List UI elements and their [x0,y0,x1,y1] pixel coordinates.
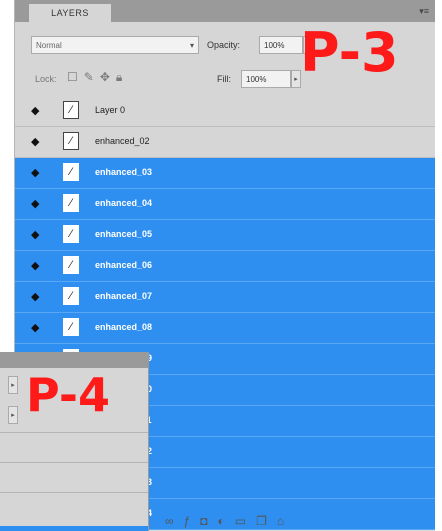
lock-image-icon[interactable]: ✎ [84,70,100,84]
layer-name: enhanced_08 [95,322,153,332]
second-panel-tab-bar [0,352,148,368]
divider [0,432,148,433]
second-opacity-slider-button[interactable]: ▸ [8,376,18,394]
layer-row[interactable]: ◆ ⁄ enhanced_04 [15,189,435,220]
layer-thumbnail[interactable]: ⁄ [63,256,79,274]
panel-footer-icons: ∞ƒ◘◐▭❐⌂ [165,514,435,531]
lock-position-icon[interactable]: ✥ [100,70,116,84]
fill-input[interactable]: 100% [241,70,291,88]
second-fill-slider-button[interactable]: ▸ [8,406,18,424]
folder-icon[interactable]: ▭ [235,514,256,528]
layer-row[interactable]: ◆ ⁄ enhanced_05 [15,220,435,251]
eye-icon[interactable]: ◆ [31,104,45,117]
layer-row[interactable]: ◆ ⁄ enhanced_03 [15,158,435,189]
new-layer-icon[interactable]: ❐ [256,514,277,528]
panel-tab-bar: LAYERS ▾≡ [15,0,435,22]
layer-name: Layer 0 [95,105,126,115]
panel-menu-icon[interactable]: ▾≡ [419,6,429,17]
layer-row[interactable]: ◆ ⁄ enhanced_07 [15,282,435,313]
fill-label: Fill: [217,74,231,84]
annotation-p3: P-3 [300,21,399,84]
chevron-down-icon: ▾ [189,41,194,50]
lock-label: Lock: [35,74,57,84]
eye-icon[interactable]: ◆ [31,290,45,303]
layer-row[interactable]: ◆ ⁄ enhanced_02 [15,127,435,158]
layer-row[interactable]: ◆ ⁄ enhanced_08 [15,313,435,344]
layer-name: enhanced_06 [95,260,153,270]
blend-mode-select[interactable]: Normal ▾ [31,36,199,54]
lock-all-icon[interactable]: 🔒︎ [116,70,128,84]
layer-thumbnail[interactable]: ⁄ [63,132,79,150]
eye-icon[interactable]: ◆ [31,321,45,334]
layer-thumbnail[interactable]: ⁄ [63,163,79,181]
eye-icon[interactable]: ◆ [31,135,45,148]
opacity-input[interactable]: 100% [259,36,303,54]
layer-name: enhanced_07 [95,291,153,301]
layer-thumbnail[interactable]: ⁄ [63,101,79,119]
link-icon[interactable]: ∞ [165,514,184,528]
trash-icon[interactable]: ⌂ [277,514,294,528]
tab-layers[interactable]: LAYERS [29,4,111,22]
blend-mode-value: Normal [36,41,62,50]
eye-icon[interactable]: ◆ [31,228,45,241]
layer-row[interactable]: ◆ ⁄ enhanced_06 [15,251,435,282]
eye-icon[interactable]: ◆ [31,166,45,179]
mask-icon[interactable]: ◘ [200,514,217,528]
second-panel-selected-layer[interactable] [0,526,148,531]
adjustment-icon[interactable]: ◐ [218,514,235,528]
layer-name: enhanced_03 [95,167,153,177]
lock-transparent-icon[interactable]: ☐ [67,70,84,84]
eye-icon[interactable]: ◆ [31,259,45,272]
divider [0,462,148,463]
layer-thumbnail[interactable]: ⁄ [63,194,79,212]
layer-thumbnail[interactable]: ⁄ [63,225,79,243]
divider [0,492,148,493]
layer-thumbnail[interactable]: ⁄ [63,318,79,336]
layer-name: enhanced_05 [95,229,153,239]
eye-icon[interactable]: ◆ [31,197,45,210]
layer-name: enhanced_04 [95,198,153,208]
opacity-label: Opacity: [207,40,241,50]
fx-icon[interactable]: ƒ [184,514,201,528]
layer-thumbnail[interactable]: ⁄ [63,287,79,305]
layer-row[interactable]: ◆ ⁄ Layer 0 [15,96,435,127]
lock-icons: ☐✎✥🔒︎ [67,70,128,85]
annotation-p4: P-4 [26,368,111,422]
layer-name: enhanced_02 [95,136,150,146]
